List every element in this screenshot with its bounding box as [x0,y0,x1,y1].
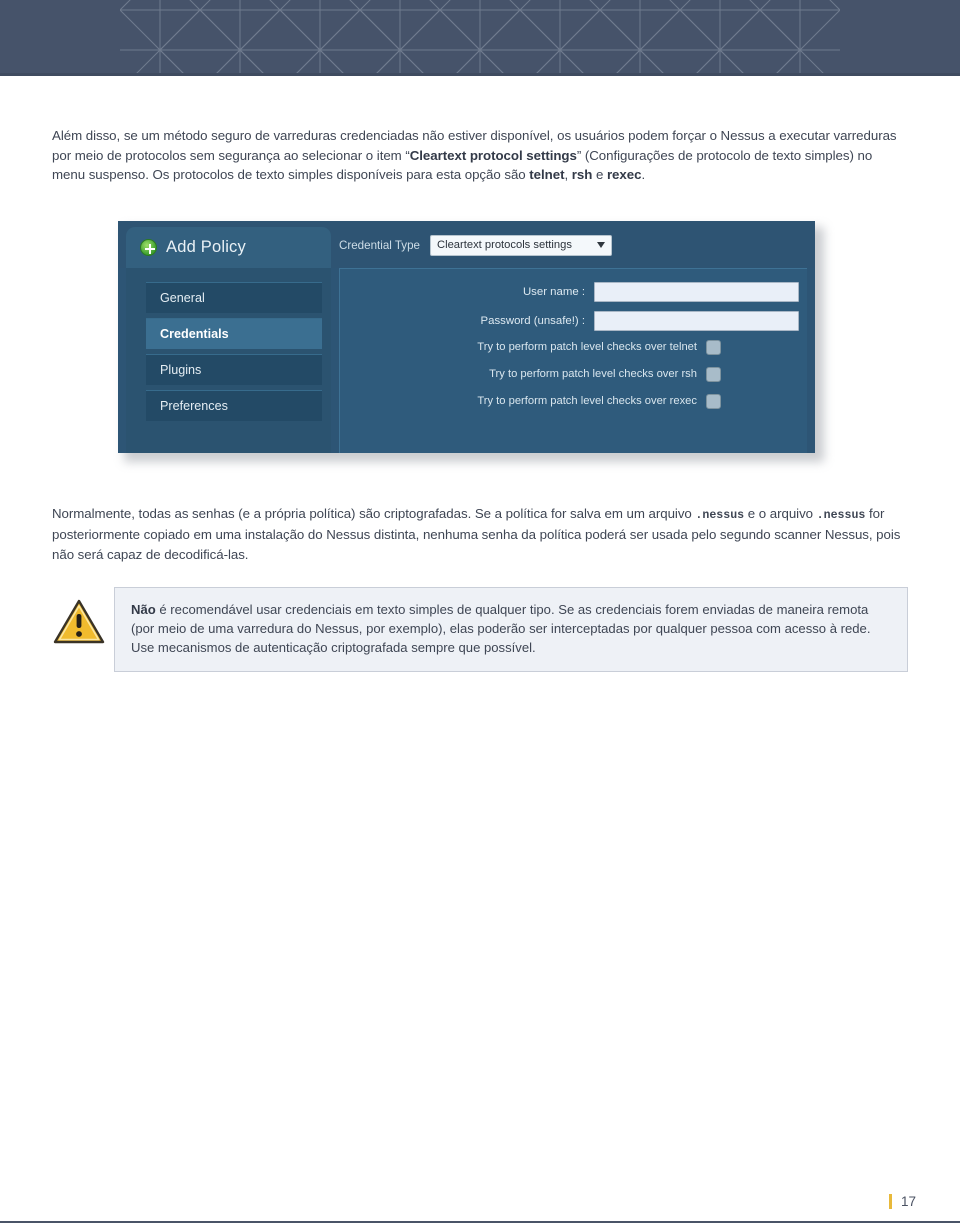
page-number: 17 [900,1194,916,1209]
credential-type-row: Credential Type Cleartext protocols sett… [339,234,612,256]
telnet-checkbox[interactable] [706,339,721,355]
footer-divider [0,1221,960,1223]
username-row: User name : [340,281,807,302]
add-policy-window: Add Policy Credential Type Cleartext pro… [118,220,815,453]
encrypt-mono-1: .nessus [695,508,745,522]
sidebar-item-label: Plugins [160,362,202,377]
policy-sidebar: General Credentials Plugins Preferences [126,267,331,453]
warning-triangle-icon [53,599,105,643]
window-title: Add Policy [166,238,246,257]
username-label: User name : [522,285,585,298]
paragraph-intro: Além disso, se um método seguro de varre… [0,126,960,185]
sidebar-item-label: Preferences [160,398,228,413]
intro-text-5: . [641,167,646,183]
rsh-check-row: Try to perform patch level checks over r… [340,366,807,382]
add-circle-icon [140,239,157,257]
embedded-screenshot: Add Policy Credential Type Cleartext pro… [118,220,824,462]
encrypt-text-2: e o arquivo [744,505,817,521]
intro-bold-cleartext: Cleartext protocol settings [409,147,577,163]
encrypt-mono-2: .nessus [816,508,866,522]
rexec-check-label: Try to perform patch level checks over r… [477,395,697,408]
add-policy-tab[interactable]: Add Policy [126,226,331,269]
intro-bold-telnet: telnet [529,167,565,183]
credential-type-value: Cleartext protocols settings [437,239,572,252]
page-number-group: 17 [888,1194,916,1209]
telnet-check-row: Try to perform patch level checks over t… [340,339,807,355]
rsh-checkbox[interactable] [706,366,721,382]
credentials-panel: User name : Password (unsafe!) : Try to … [339,267,807,453]
isometric-line-pattern-icon [120,0,840,73]
page-number-accent-bar [888,1194,892,1209]
page-content: Além disso, se um método seguro de varre… [0,76,960,672]
telnet-check-label: Try to perform patch level checks over t… [477,341,697,354]
warning-bold-lead: Não [131,601,156,617]
rsh-check-label: Try to perform patch level checks over r… [489,368,697,381]
encrypt-text-1: Normalmente, todas as senhas (e a própri… [52,505,696,521]
sidebar-item-label: Credentials [160,326,229,341]
credential-type-label: Credential Type [339,238,420,252]
warning-body-text: é recomendável usar credenciais em texto… [131,601,871,656]
window-topbar: Add Policy Credential Type Cleartext pro… [118,220,815,269]
header-banner [0,0,960,73]
username-input[interactable] [594,281,799,302]
warning-callout-box: Não é recomendável usar credenciais em t… [114,586,908,672]
rexec-checkbox[interactable] [706,393,721,409]
intro-bold-rsh: rsh [571,167,593,183]
sidebar-item-general[interactable]: General [146,281,322,313]
page-footer: 17 [0,1183,960,1229]
sidebar-item-label: General [160,290,205,305]
credential-type-select[interactable]: Cleartext protocols settings [430,234,612,256]
sidebar-item-credentials[interactable]: Credentials [146,317,322,349]
sidebar-item-plugins[interactable]: Plugins [146,353,322,385]
intro-text-4: e [592,167,607,183]
intro-bold-rexec: rexec [606,167,642,183]
rexec-check-row: Try to perform patch level checks over r… [340,393,807,409]
password-row: Password (unsafe!) : [340,310,807,331]
intro-text-3: , [564,167,572,183]
warning-callout-text: Não é recomendável usar credenciais em t… [131,600,891,658]
password-input[interactable] [594,310,799,331]
password-label: Password (unsafe!) : [480,314,585,327]
sidebar-item-preferences[interactable]: Preferences [146,389,322,421]
paragraph-encryption: Normalmente, todas as senhas (e a própri… [0,504,960,565]
warning-callout: Não é recomendável usar credenciais em t… [0,586,960,672]
chevron-down-icon [597,242,605,249]
